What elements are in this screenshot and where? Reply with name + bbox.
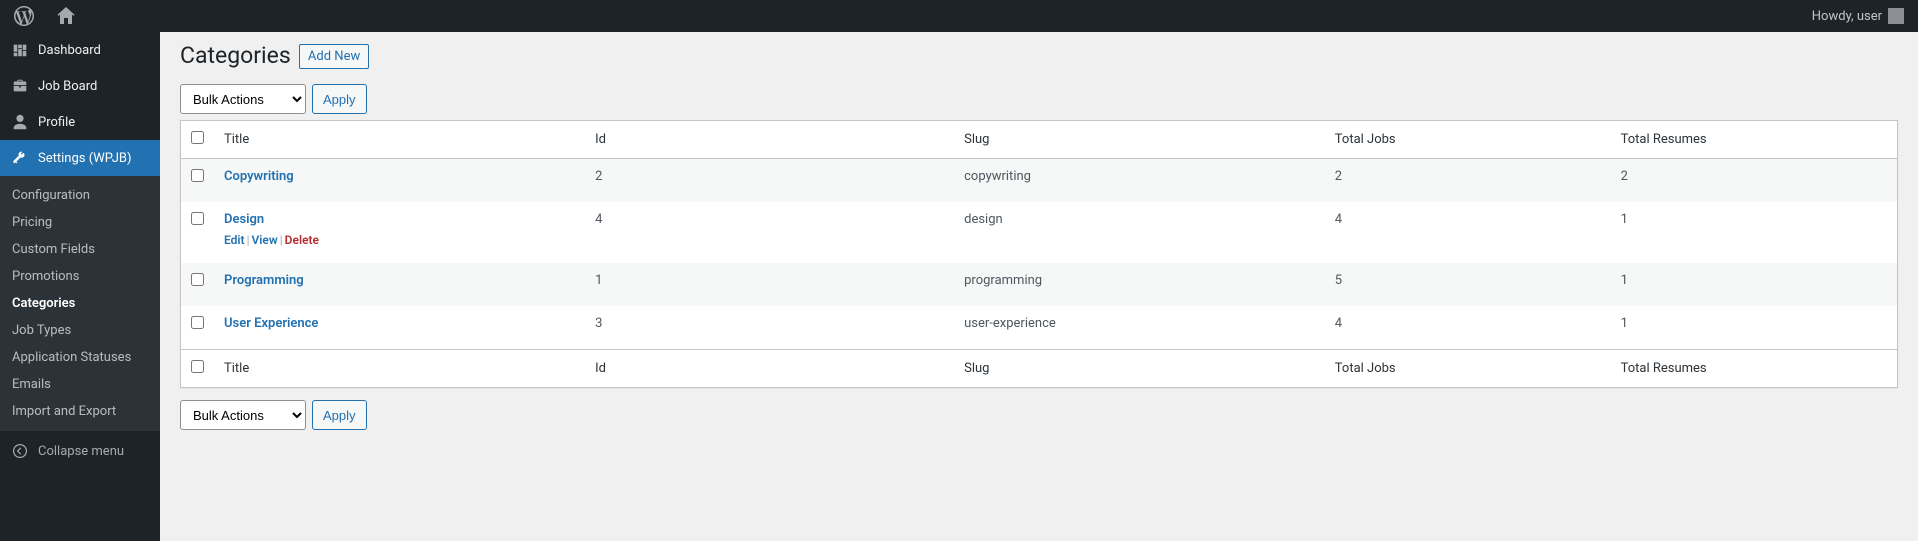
sidebar-submenu: Configuration Pricing Custom Fields Prom… bbox=[0, 176, 160, 431]
submenu-categories[interactable]: Categories bbox=[0, 290, 160, 317]
tablenav-top: Bulk Actions Apply bbox=[180, 84, 1898, 114]
table-row: Copywriting2copywriting22 bbox=[181, 159, 1897, 202]
apply-button-top[interactable]: Apply bbox=[312, 84, 367, 114]
row-checkbox[interactable] bbox=[191, 212, 204, 225]
tools-icon bbox=[10, 148, 30, 168]
category-title-link[interactable]: Design bbox=[224, 212, 264, 227]
col-id[interactable]: Id bbox=[585, 121, 954, 159]
user-greeting[interactable]: Howdy, user bbox=[1806, 0, 1910, 32]
submenu-custom-fields[interactable]: Custom Fields bbox=[0, 236, 160, 263]
add-new-button[interactable]: Add New bbox=[299, 44, 369, 69]
table-row: Programming1programming51 bbox=[181, 263, 1897, 306]
avatar bbox=[1888, 8, 1904, 24]
home-icon[interactable] bbox=[50, 0, 82, 32]
row-checkbox[interactable] bbox=[191, 273, 204, 286]
cell-id: 1 bbox=[585, 263, 954, 306]
select-all-bottom[interactable] bbox=[191, 360, 204, 373]
sidebar-item-label: Dashboard bbox=[38, 43, 101, 58]
user-icon bbox=[10, 112, 30, 132]
collapse-menu[interactable]: Collapse menu bbox=[0, 431, 160, 471]
category-title-link[interactable]: Programming bbox=[224, 273, 304, 288]
submenu-import-export[interactable]: Import and Export bbox=[0, 398, 160, 425]
submenu-job-types[interactable]: Job Types bbox=[0, 317, 160, 344]
col-slug[interactable]: Slug bbox=[954, 121, 1325, 159]
submenu-promotions[interactable]: Promotions bbox=[0, 263, 160, 290]
col-total-resumes[interactable]: Total Resumes bbox=[1611, 121, 1897, 159]
cell-id: 2 bbox=[585, 159, 954, 202]
howdy-text: Howdy, user bbox=[1812, 9, 1882, 24]
page-title: Categories bbox=[180, 42, 291, 69]
edit-link[interactable]: Edit bbox=[224, 233, 245, 247]
cell-slug: programming bbox=[954, 263, 1325, 306]
col-total-resumes-foot[interactable]: Total Resumes bbox=[1611, 349, 1897, 387]
bulk-actions-select-top[interactable]: Bulk Actions bbox=[180, 84, 306, 114]
dashboard-icon bbox=[10, 40, 30, 60]
cell-resumes: 1 bbox=[1611, 202, 1897, 263]
sidebar-item-label: Settings (WPJB) bbox=[38, 151, 132, 166]
wp-logo-icon[interactable] bbox=[8, 0, 40, 32]
cell-slug: user-experience bbox=[954, 306, 1325, 349]
col-title[interactable]: Title bbox=[214, 121, 585, 159]
submenu-pricing[interactable]: Pricing bbox=[0, 209, 160, 236]
sidebar-item-label: Job Board bbox=[38, 79, 97, 94]
col-slug-foot[interactable]: Slug bbox=[954, 349, 1325, 387]
col-total-jobs[interactable]: Total Jobs bbox=[1325, 121, 1611, 159]
cell-jobs: 4 bbox=[1325, 202, 1611, 263]
admin-sidebar: Dashboard Job Board Profile Settings (WP… bbox=[0, 32, 160, 541]
submenu-emails[interactable]: Emails bbox=[0, 371, 160, 398]
category-title-link[interactable]: Copywriting bbox=[224, 169, 294, 184]
table-row: User Experience 3user-experience41 bbox=[181, 306, 1897, 349]
cell-id: 4 bbox=[585, 202, 954, 263]
admin-toolbar: Howdy, user bbox=[0, 0, 1918, 32]
sidebar-item-settings-wpjb[interactable]: Settings (WPJB) bbox=[0, 140, 160, 176]
sidebar-item-profile[interactable]: Profile bbox=[0, 104, 160, 140]
sidebar-item-dashboard[interactable]: Dashboard bbox=[0, 32, 160, 68]
view-link[interactable]: View bbox=[252, 233, 278, 247]
table-row: DesignEdit|View|Delete4design41 bbox=[181, 202, 1897, 263]
delete-link[interactable]: Delete bbox=[285, 233, 319, 247]
cell-resumes: 1 bbox=[1611, 306, 1897, 349]
select-all-top[interactable] bbox=[191, 131, 204, 144]
col-id-foot[interactable]: Id bbox=[585, 349, 954, 387]
cell-jobs: 4 bbox=[1325, 306, 1611, 349]
collapse-icon bbox=[10, 441, 30, 461]
briefcase-icon bbox=[10, 76, 30, 96]
row-actions: Edit|View|Delete bbox=[224, 233, 575, 247]
collapse-label: Collapse menu bbox=[38, 444, 124, 459]
cell-slug: copywriting bbox=[954, 159, 1325, 202]
row-checkbox[interactable] bbox=[191, 316, 204, 329]
category-title-link[interactable]: User Experience bbox=[224, 316, 318, 331]
sidebar-item-job-board[interactable]: Job Board bbox=[0, 68, 160, 104]
apply-button-bottom[interactable]: Apply bbox=[312, 400, 367, 430]
col-total-jobs-foot[interactable]: Total Jobs bbox=[1325, 349, 1611, 387]
categories-table: Title Id Slug Total Jobs Total Resumes C… bbox=[180, 120, 1898, 388]
cell-slug: design bbox=[954, 202, 1325, 263]
tablenav-bottom: Bulk Actions Apply bbox=[180, 400, 1898, 430]
col-title-foot[interactable]: Title bbox=[214, 349, 585, 387]
cell-id: 3 bbox=[585, 306, 954, 349]
row-checkbox[interactable] bbox=[191, 169, 204, 182]
sidebar-item-label: Profile bbox=[38, 115, 75, 130]
bulk-actions-select-bottom[interactable]: Bulk Actions bbox=[180, 400, 306, 430]
cell-jobs: 5 bbox=[1325, 263, 1611, 306]
submenu-application-statuses[interactable]: Application Statuses bbox=[0, 344, 160, 371]
cell-resumes: 2 bbox=[1611, 159, 1897, 202]
cell-resumes: 1 bbox=[1611, 263, 1897, 306]
submenu-configuration[interactable]: Configuration bbox=[0, 182, 160, 209]
cell-jobs: 2 bbox=[1325, 159, 1611, 202]
